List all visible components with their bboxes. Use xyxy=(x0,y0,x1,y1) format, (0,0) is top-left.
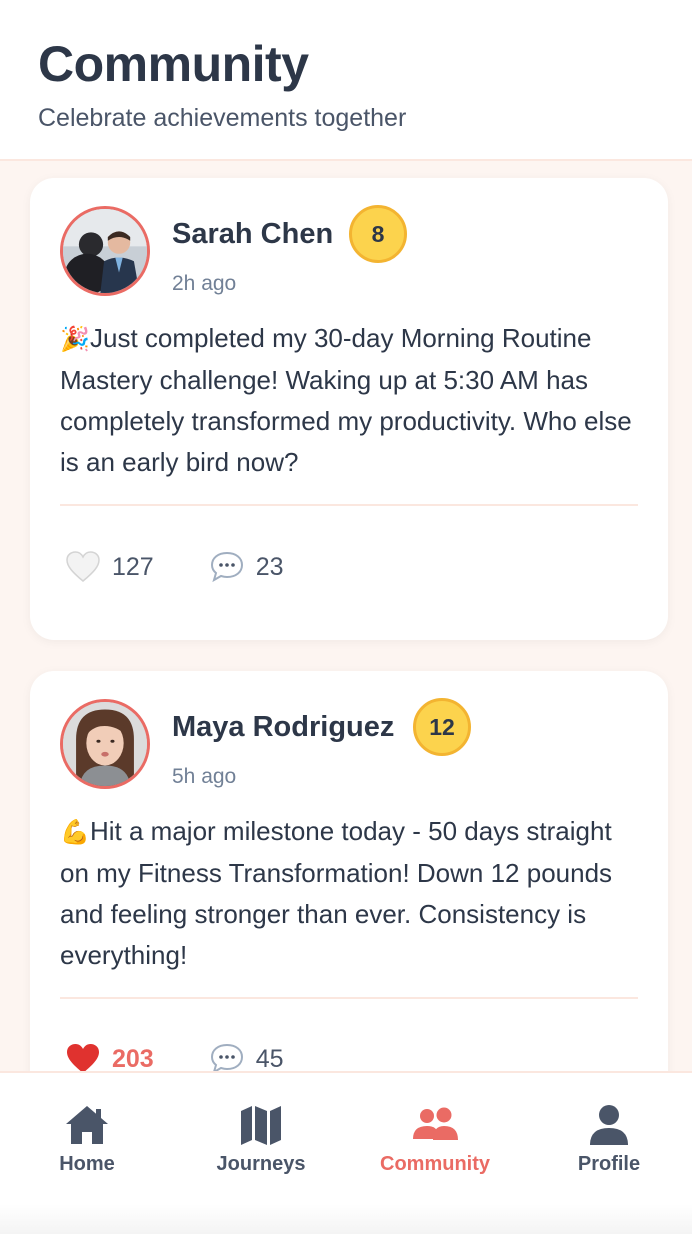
map-icon xyxy=(241,1106,281,1145)
author-name[interactable]: Maya Rodriguez xyxy=(172,711,394,744)
flexed-biceps-icon: 💪 xyxy=(60,819,90,846)
divider xyxy=(60,997,638,999)
level-badge: 8 xyxy=(349,205,407,263)
post-timestamp: 2h ago xyxy=(172,272,237,295)
speech-bubble-icon xyxy=(210,1043,243,1071)
page-header: Community Celebrate achievements togethe… xyxy=(0,0,692,161)
post-body-text: Just completed my 30-day Morning Routine… xyxy=(60,323,632,477)
post-actions: 203 45 xyxy=(66,1043,340,1071)
party-popper-icon: 🎉 xyxy=(60,326,90,353)
tab-profile[interactable]: Profile xyxy=(522,1103,692,1183)
avatar[interactable] xyxy=(60,206,150,296)
post-actions: 127 23 xyxy=(66,551,340,583)
users-icon xyxy=(413,1107,458,1140)
divider xyxy=(60,504,638,506)
heart-outline-icon xyxy=(66,551,100,582)
tab-journeys[interactable]: Journeys xyxy=(174,1103,348,1183)
author-name[interactable]: Sarah Chen xyxy=(172,218,333,251)
community-feed[interactable]: Sarah Chen 8 2h ago 🎉Just completed my 3… xyxy=(0,161,692,1071)
level-badge: 12 xyxy=(413,698,471,756)
post-card: Sarah Chen 8 2h ago 🎉Just completed my 3… xyxy=(30,178,668,640)
comment-button[interactable]: 23 xyxy=(210,551,284,583)
post-body-text: Hit a major milestone today - 50 days st… xyxy=(60,816,613,970)
tab-label: Community xyxy=(380,1153,490,1175)
page-title: Community xyxy=(38,36,309,92)
page-subtitle: Celebrate achievements together xyxy=(38,104,407,132)
post-text: 🎉Just completed my 30-day Morning Routin… xyxy=(60,318,640,483)
post-timestamp: 5h ago xyxy=(172,765,237,788)
post-card: Maya Rodriguez 12 5h ago 💪Hit a major mi… xyxy=(30,671,668,1071)
comment-count: 45 xyxy=(255,1044,284,1072)
heart-filled-icon xyxy=(67,1044,99,1071)
user-icon xyxy=(590,1105,628,1145)
like-count: 203 xyxy=(112,1044,154,1072)
home-indicator xyxy=(0,1204,692,1234)
bottom-tab-bar: Home Journeys Community Profile xyxy=(0,1071,692,1234)
like-count: 127 xyxy=(112,552,154,581)
tab-home[interactable]: Home xyxy=(0,1103,174,1183)
comment-count: 23 xyxy=(255,552,284,581)
avatar-photo xyxy=(63,702,147,786)
home-icon xyxy=(66,1106,108,1144)
post-text: 💪Hit a major milestone today - 50 days s… xyxy=(60,811,640,976)
community-screen: Community Celebrate achievements togethe… xyxy=(0,0,692,1234)
like-button[interactable]: 127 xyxy=(66,551,154,583)
comment-button[interactable]: 45 xyxy=(210,1043,284,1071)
avatar-photo xyxy=(63,209,147,293)
tab-label: Journeys xyxy=(216,1153,306,1175)
avatar[interactable] xyxy=(60,699,150,789)
like-button[interactable]: 203 xyxy=(66,1043,154,1071)
tab-community[interactable]: Community xyxy=(348,1103,522,1183)
tab-label: Home xyxy=(59,1153,115,1175)
speech-bubble-icon xyxy=(210,551,243,583)
tab-label: Profile xyxy=(577,1153,641,1175)
